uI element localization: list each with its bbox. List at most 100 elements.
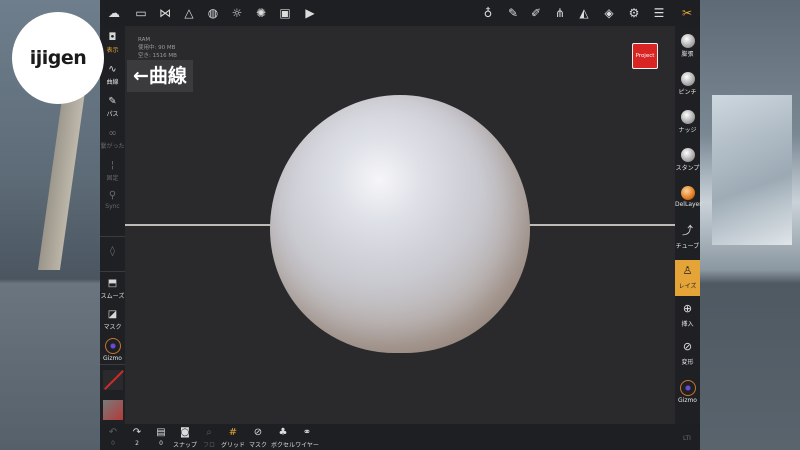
left-item-lock[interactable]: ¦ 固定 (100, 160, 125, 182)
gizmo-icon (104, 338, 121, 354)
bucket-icon[interactable]: ♁ (480, 5, 496, 21)
drop-icon: ◊ (110, 246, 115, 257)
memory-stats: RAM 使用中: 90 MB 空き: 1516 MB (138, 36, 177, 60)
bright-window (712, 95, 792, 245)
left-item-smooth[interactable]: ⬒ スムーズ (100, 278, 125, 300)
undo-count: 0 (111, 440, 115, 447)
left-item-connected[interactable]: ∞ 繋がった (100, 128, 125, 150)
tool-label: ナッジ (678, 127, 697, 134)
inflate-icon (680, 34, 695, 48)
globe-icon[interactable]: ◍ (205, 5, 221, 21)
stamp-icon (680, 148, 695, 162)
voxel-label: ボクセル (270, 442, 295, 449)
left-item-label: Sync (105, 203, 120, 210)
nudge-icon (680, 110, 695, 124)
tube-icon: ⤴ (682, 224, 693, 237)
sculpt-sphere[interactable] (270, 95, 530, 353)
curve-callout: ←曲線 (127, 60, 193, 92)
share-icon[interactable]: ⋈ (157, 5, 173, 21)
tool-label: 変形 (681, 359, 694, 366)
menu-icon[interactable]: ☁ (106, 5, 122, 21)
tool-raise[interactable]: ♙ レイズ (675, 260, 700, 296)
stats-line: 使用中: 90 MB (138, 45, 176, 51)
project-button[interactable]: Project (632, 43, 658, 69)
tool-inflate[interactable]: 膨張 (675, 30, 700, 66)
left-item-curve[interactable]: ∿ 曲線 (100, 64, 125, 86)
file-button[interactable]: ▤ 0 (148, 427, 174, 447)
undo-button[interactable]: ↶ 0 (100, 427, 126, 447)
tool-gizmo[interactable]: Gizmo (675, 376, 700, 412)
tool-label: 膨張 (681, 51, 694, 58)
picker-icon[interactable]: ✐ (528, 5, 544, 21)
mask-toggle-button[interactable]: ⊘ マスク (245, 427, 271, 449)
left-item-path[interactable]: ✎ パス (100, 96, 125, 118)
grid-label: グリッド (220, 442, 245, 449)
image-icon[interactable]: ▣ (277, 5, 293, 21)
tool-transform[interactable]: ⊘ 変形 (675, 336, 700, 372)
symmetry-icon[interactable]: ⋔ (552, 5, 568, 21)
tool-insert[interactable]: ⊕ 挿入 (675, 298, 700, 334)
divider (100, 271, 125, 272)
corner-label: LTI (683, 435, 691, 442)
left-item-label: Gizmo (103, 355, 122, 362)
tool-label: スタンプ (675, 165, 700, 172)
tool-label: DelLayer (675, 201, 702, 208)
triangle-icon[interactable]: ◭ (576, 5, 592, 21)
tool-dellayer[interactable]: DelLayer (675, 182, 702, 218)
focus-icon: ⌕ (206, 427, 212, 438)
smooth-icon: ⬒ (107, 278, 118, 289)
snap-button[interactable]: ◙ スナップ (172, 427, 198, 449)
voxel-button[interactable]: ♣ ボクセル (270, 427, 296, 449)
mask-label: マスク (248, 442, 267, 449)
color-swatch[interactable] (103, 400, 123, 420)
camera-icon[interactable]: ▶ (302, 5, 318, 21)
redo-button[interactable]: ↷ 2 (124, 427, 150, 447)
folder-icon[interactable]: ▭ (133, 5, 149, 21)
tool-tube[interactable]: ⤴ チューブ (675, 220, 700, 256)
sun-icon[interactable]: ☼ (229, 5, 245, 21)
mesh-icon[interactable]: △ (181, 5, 197, 21)
redo-icon: ↷ (132, 427, 142, 438)
divider (100, 236, 125, 237)
stroke-swatch[interactable] (103, 370, 123, 390)
tool-label: ピンチ (678, 89, 697, 96)
left-item-drop[interactable]: ◊ (100, 246, 125, 258)
lock-icon: ¦ (110, 160, 115, 171)
tool-label: レイズ (678, 283, 697, 290)
divider (100, 364, 125, 365)
left-item-sync[interactable]: ⚲ Sync (100, 190, 125, 210)
snap-icon: ◙ (180, 427, 190, 438)
left-item-label: スムーズ (100, 293, 125, 300)
undo-icon: ↶ (108, 427, 118, 438)
left-item-label: マスク (103, 324, 122, 331)
tool-label: 挿入 (681, 321, 694, 328)
tool-stamp[interactable]: スタンプ (675, 144, 700, 180)
mask-icon: ⊘ (253, 427, 263, 438)
wire-label: ワイヤー (295, 442, 319, 449)
focus-button[interactable]: ⌕ フロ (196, 427, 222, 449)
tools-icon[interactable]: ✂ (679, 5, 695, 21)
stats-line: RAM (138, 37, 151, 43)
layers-icon[interactable]: ◈ (601, 5, 617, 21)
settings-icon[interactable]: ⚙ (626, 5, 642, 21)
render-icon[interactable]: ✺ (253, 5, 269, 21)
path-icon: ✎ (108, 96, 117, 107)
left-item-view[interactable]: ◘ 表示 (100, 32, 125, 54)
grid-button[interactable]: # グリッド (220, 427, 246, 449)
brush-icon[interactable]: ✎ (505, 5, 521, 21)
wire-button[interactable]: ⚭ ワイヤー (294, 427, 320, 449)
camera-icon: ◘ (108, 32, 117, 43)
link-icon: ∞ (108, 128, 117, 139)
focus-label: フロ (202, 442, 215, 449)
left-item-gizmo[interactable]: Gizmo (100, 338, 125, 362)
left-item-label: 固定 (106, 175, 119, 182)
right-panel: 膨張 ピンチ ナッジ スタンプ DelLayer ⤴ チューブ ♙ レイズ ⊕ … (675, 26, 702, 424)
raise-icon: ♙ (682, 264, 693, 277)
tool-nudge[interactable]: ナッジ (675, 106, 700, 142)
left-item-mask[interactable]: ◪ マスク (100, 309, 125, 331)
stats-line: 空き: 1516 MB (138, 53, 177, 59)
dellayer-icon (680, 186, 695, 200)
tool-pinch[interactable]: ピンチ (675, 68, 700, 104)
sync-icon: ⚲ (108, 190, 117, 201)
sliders-icon[interactable]: ☰ (651, 5, 667, 21)
